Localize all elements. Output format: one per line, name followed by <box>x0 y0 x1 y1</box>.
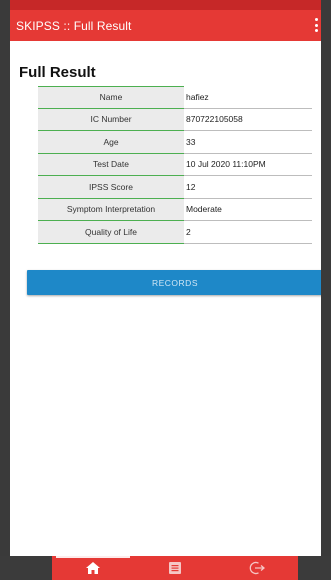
nav-home[interactable] <box>52 556 134 580</box>
result-table: Name hafiez IC Number 870722105058 Age 3… <box>38 86 312 244</box>
row-label: IPSS Score <box>38 176 184 199</box>
row-value: 33 <box>184 131 312 154</box>
row-value: 12 <box>184 176 312 199</box>
table-row: Age 33 <box>38 131 312 154</box>
list-icon <box>169 562 181 574</box>
row-label: Test Date <box>38 153 184 176</box>
home-icon <box>86 562 100 574</box>
table-row: IC Number 870722105058 <box>38 108 312 131</box>
row-label: IC Number <box>38 108 184 131</box>
row-value: 2 <box>184 221 312 244</box>
row-value: Moderate <box>184 199 312 221</box>
records-button[interactable]: RECORDS <box>27 270 321 295</box>
app-toolbar: SKIPSS :: Full Result <box>10 10 321 41</box>
row-label: Age <box>38 131 184 154</box>
page-title: Full Result <box>19 64 96 81</box>
row-value: 10 Jul 2020 11:10PM <box>184 154 312 176</box>
nav-logout[interactable] <box>216 556 298 580</box>
row-label: Name <box>38 86 184 109</box>
app-title: SKIPSS :: Full Result <box>16 18 132 33</box>
table-row: Symptom Interpretation Moderate <box>38 198 312 221</box>
row-label: Quality of Life <box>38 221 184 244</box>
nav-records[interactable] <box>134 556 216 580</box>
table-row: Quality of Life 2 <box>38 221 312 244</box>
row-label: Symptom Interpretation <box>38 198 184 221</box>
bottom-nav-bar <box>52 556 298 580</box>
logout-icon <box>249 561 265 575</box>
row-value: 870722105058 <box>184 109 312 131</box>
table-row: Test Date 10 Jul 2020 11:10PM <box>38 153 312 176</box>
row-value: hafiez <box>184 86 312 109</box>
app-screen: SKIPSS :: Full Result Full Result Name h… <box>10 0 321 580</box>
table-row: IPSS Score 12 <box>38 176 312 199</box>
bottom-navigation <box>0 556 331 580</box>
overflow-menu-icon[interactable] <box>314 18 318 32</box>
table-row: Name hafiez <box>38 86 312 109</box>
status-bar <box>10 0 321 10</box>
